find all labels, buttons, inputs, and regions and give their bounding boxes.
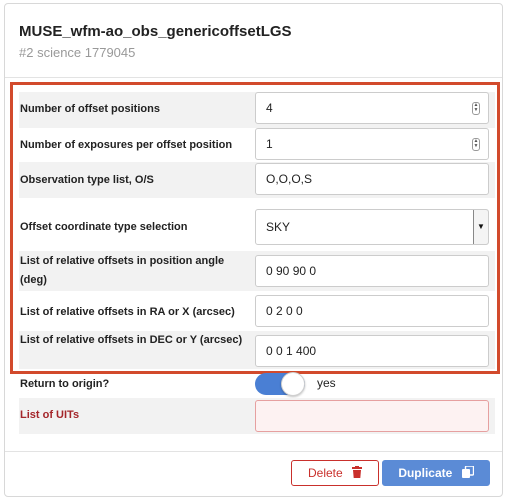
param-label-invalid: List of UITs (20, 409, 80, 421)
template-title: MUSE_wfm-ao_obs_genericoffsetLGS (19, 23, 292, 40)
template-subtitle: #2 science 1779045 (19, 45, 136, 60)
trash-icon (352, 462, 363, 486)
param-label: Return to origin? (20, 378, 110, 390)
return-to-origin-toggle[interactable] (255, 372, 305, 396)
delete-label: Delete (307, 466, 343, 480)
duplicate-label: Duplicate (398, 466, 453, 480)
template-panel: MUSE_wfm-ao_obs_genericoffsetLGS #2 scie… (4, 3, 503, 497)
copy-icon (461, 462, 474, 486)
panel-header: MUSE_wfm-ao_obs_genericoffsetLGS #2 scie… (5, 4, 502, 77)
toggle-knob[interactable] (281, 372, 305, 396)
footer-divider (5, 451, 502, 452)
toggle-value: yes (317, 376, 336, 390)
param-row-list-of-uits: List of UITs (19, 398, 495, 434)
delete-button[interactable]: Delete (291, 460, 379, 486)
highlight-box (10, 82, 500, 374)
header-divider (5, 77, 502, 78)
duplicate-button[interactable]: Duplicate (382, 460, 490, 486)
param-row-return-to-origin: Return to origin? yes (19, 370, 495, 400)
list-of-uits-input[interactable] (255, 400, 489, 432)
